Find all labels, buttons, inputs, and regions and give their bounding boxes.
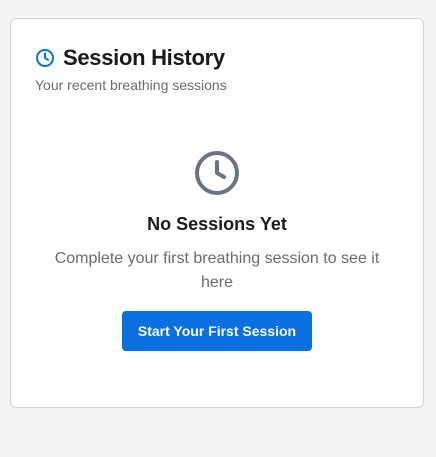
card-subtitle: Your recent breathing sessions xyxy=(35,77,227,93)
clock-icon xyxy=(35,48,55,68)
title-row: Session History xyxy=(35,43,399,73)
empty-state-message: Complete your first breathing session to… xyxy=(54,250,380,291)
empty-state-title: No Sessions Yet xyxy=(147,214,287,234)
start-first-session-button[interactable]: Start Your First Session xyxy=(121,311,313,351)
card-title: Session History xyxy=(63,45,225,70)
card-header: Session History Your recent breathing se… xyxy=(35,43,399,93)
empty-state-clock-icon xyxy=(193,149,241,197)
empty-state: No Sessions Yet Complete your first brea… xyxy=(11,149,423,351)
session-history-card: Session History Your recent breathing se… xyxy=(10,18,424,408)
